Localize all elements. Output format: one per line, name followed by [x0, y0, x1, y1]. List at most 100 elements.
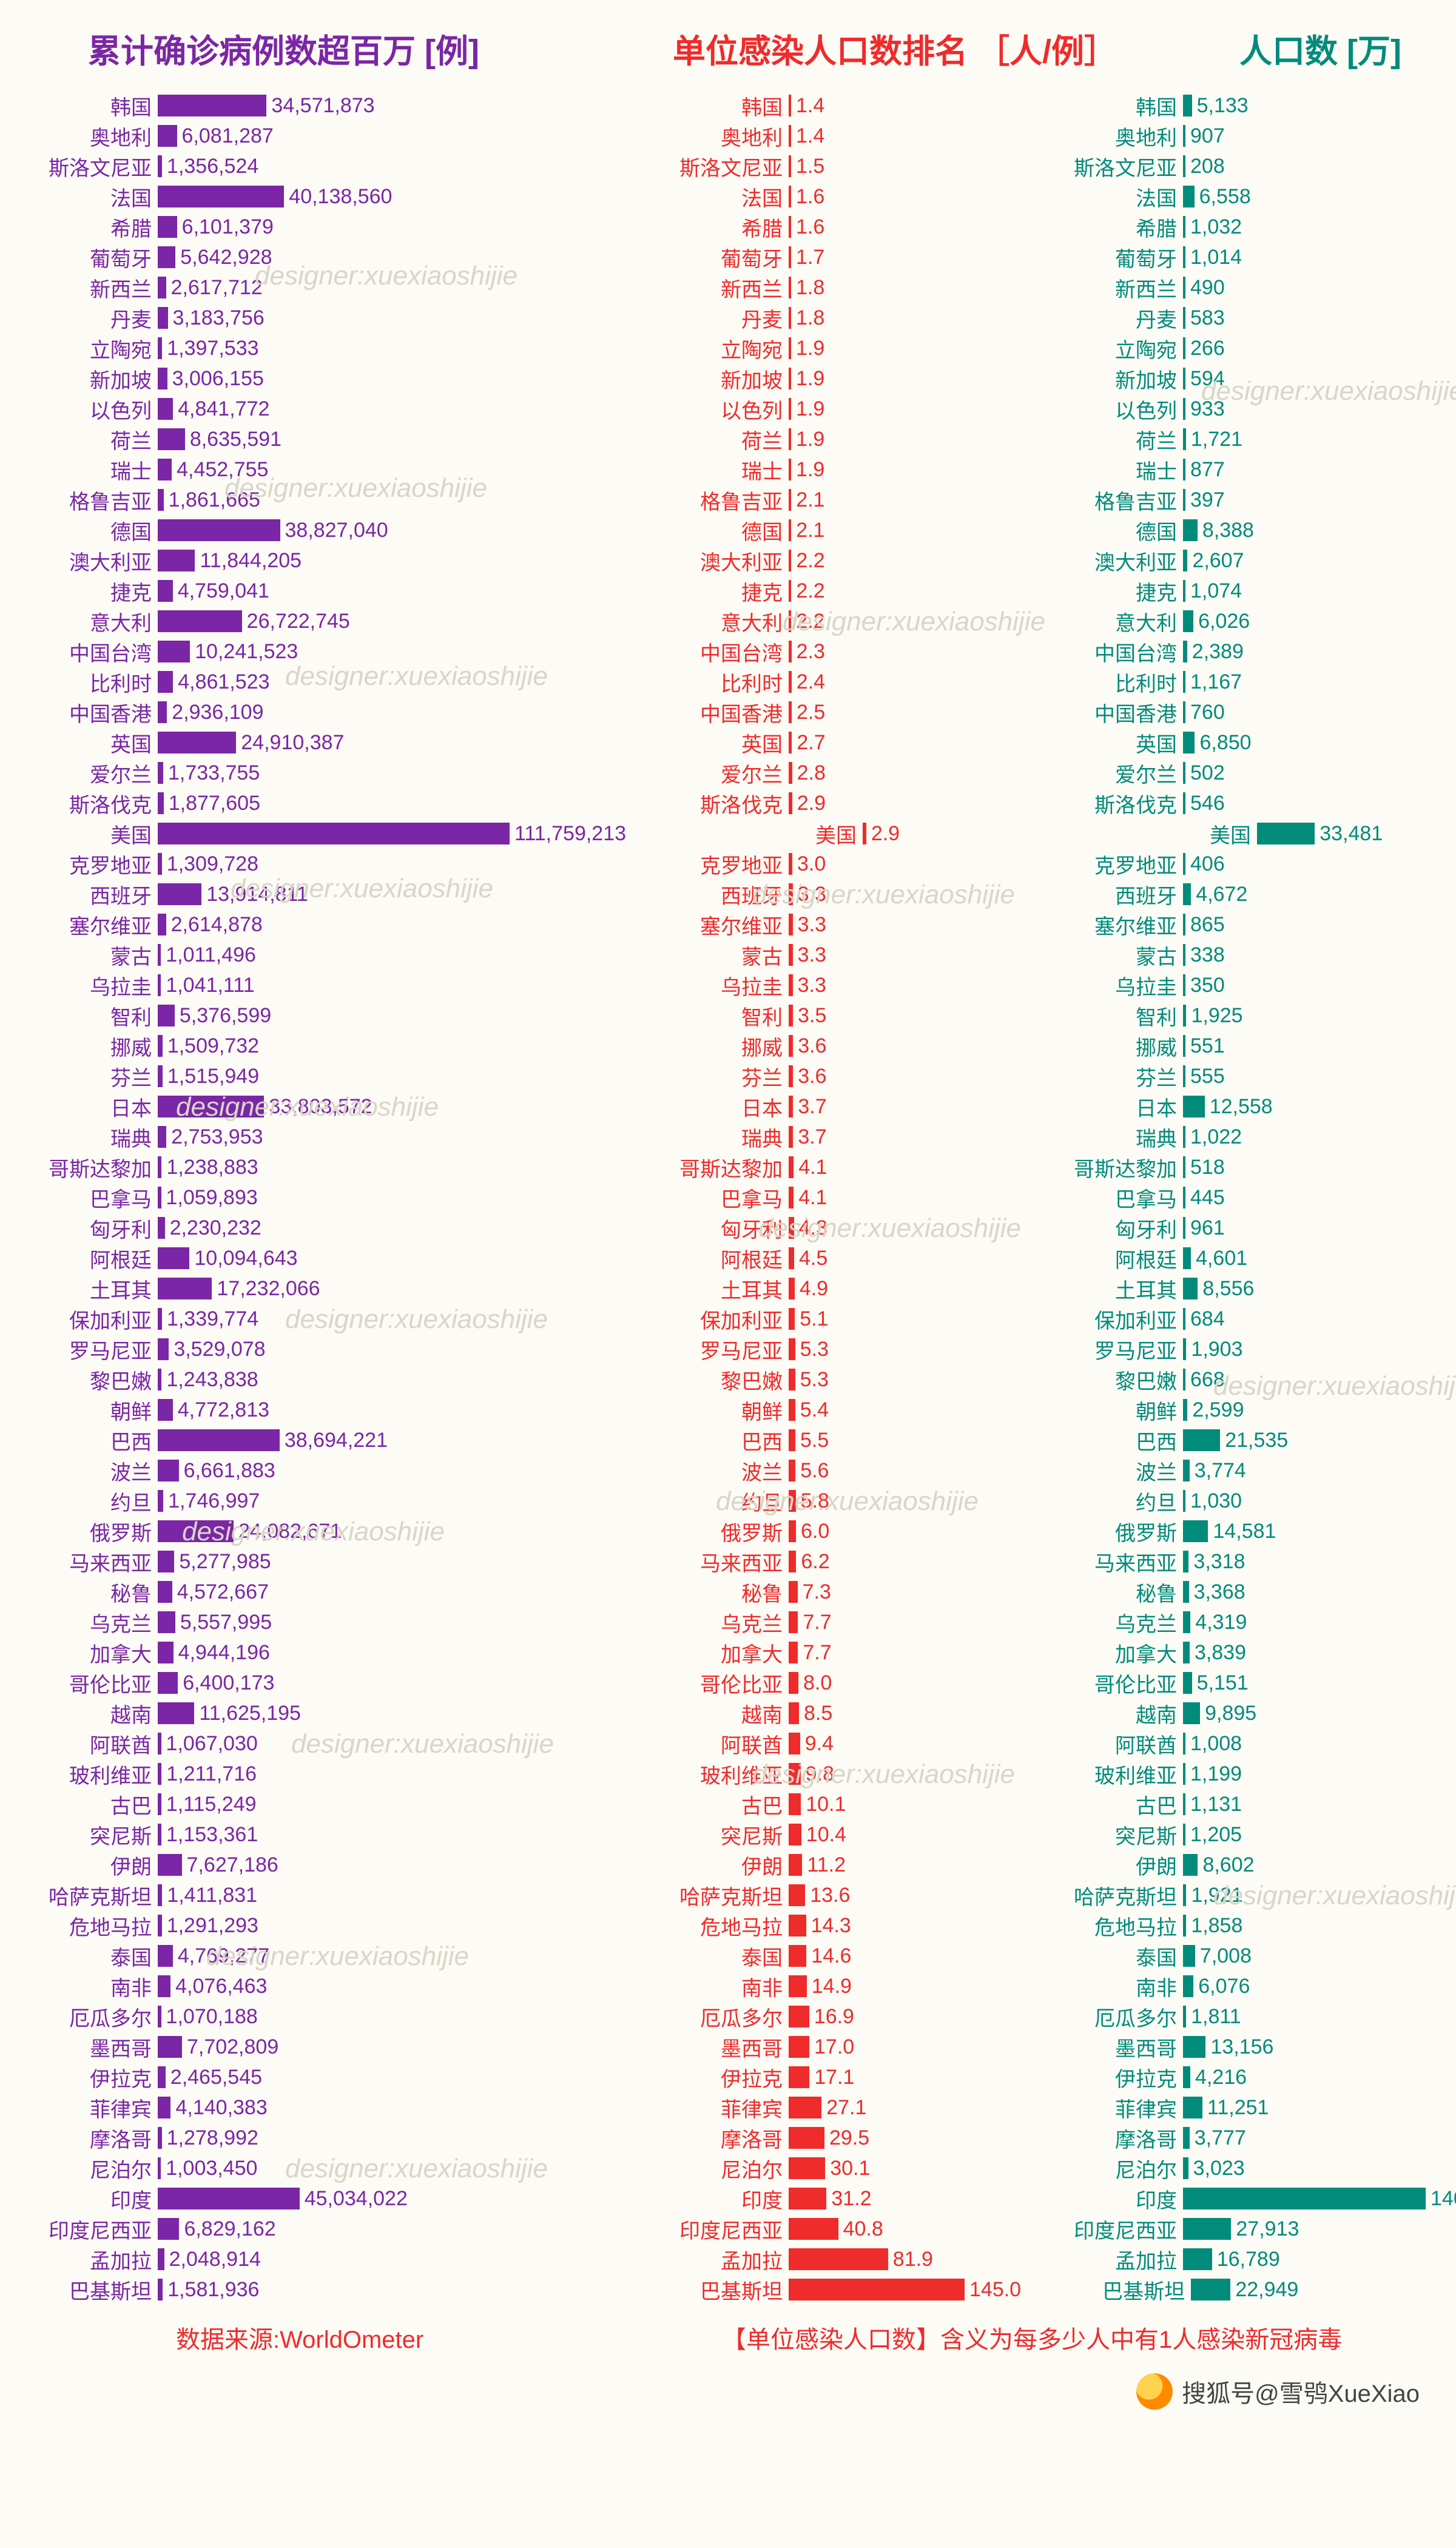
- pop-bar-wrap: 2,607: [1183, 549, 1438, 573]
- pop-cell: 约旦1,030: [1013, 1486, 1438, 1516]
- data-row: 印度尼西亚6,829,162印度尼西亚40.8印度尼西亚27,913: [18, 2214, 1438, 2244]
- pop-value: 338: [1185, 943, 1225, 967]
- country-label: 加拿大: [552, 1638, 789, 1668]
- ratio-cell: 克罗地亚3.0: [552, 849, 1013, 879]
- pop-value: 4,601: [1191, 1247, 1247, 1270]
- ratio-bar: [789, 914, 793, 935]
- country-label: 马来西亚: [18, 1547, 158, 1577]
- country-label: 捷克: [1013, 576, 1183, 606]
- cases-bar: [158, 1217, 165, 1239]
- ratio-bar-wrap: 3.6: [789, 1065, 1013, 1088]
- cases-value: 4,861,523: [173, 670, 269, 694]
- pop-cell: 中国香港760: [1013, 698, 1438, 727]
- ratio-bar-wrap: 14.9: [789, 1975, 1013, 1998]
- cases-cell: 瑞典2,753,953: [18, 1122, 552, 1152]
- country-label: 挪威: [18, 1031, 158, 1061]
- ratio-bar-wrap: 4.9: [789, 1277, 1013, 1301]
- ratio-value: 5.5: [795, 1429, 829, 1452]
- pop-cell: 匈牙利961: [1013, 1213, 1438, 1243]
- country-label: 以色列: [18, 394, 158, 424]
- cases-bar: [158, 2218, 179, 2240]
- cases-value: 1,238,883: [161, 1156, 258, 1179]
- cases-value: 1,581,936: [163, 2278, 259, 2302]
- cases-bar: [158, 216, 177, 238]
- cases-value: 38,827,040: [280, 519, 388, 542]
- country-label: 黎巴嫩: [552, 1365, 789, 1395]
- cases-bar-wrap: 26,722,745: [158, 610, 552, 633]
- country-label: 朝鲜: [18, 1395, 158, 1425]
- ratio-value: 1.4: [791, 94, 824, 118]
- ratio-cell: 马来西亚6.2: [552, 1547, 1013, 1577]
- cases-bar: [158, 428, 185, 450]
- pop-cell: 菲律宾11,251: [1013, 2093, 1438, 2123]
- data-row: 匈牙利2,230,232匈牙利4.3匈牙利961: [18, 1213, 1438, 1243]
- pop-value: 1,925: [1186, 1004, 1242, 1028]
- ratio-cell: 匈牙利4.3: [552, 1213, 1013, 1243]
- ratio-cell: 朝鲜5.4: [552, 1395, 1013, 1425]
- pop-bar-wrap: 4,601: [1183, 1247, 1438, 1270]
- ratio-value: 5.8: [796, 1489, 829, 1513]
- cases-value: 3,006,155: [167, 367, 264, 391]
- cases-bar: [158, 853, 162, 875]
- country-label: 摩洛哥: [18, 2123, 158, 2153]
- country-label: 智利: [552, 1001, 789, 1031]
- cases-bar: [158, 1490, 163, 1512]
- cases-value: 33,803,572: [264, 1095, 372, 1119]
- pop-cell: 法国6,558: [1013, 182, 1438, 212]
- cases-bar: [158, 641, 190, 662]
- cases-cell: 立陶宛1,397,533: [18, 334, 552, 363]
- pop-bar: [1183, 2188, 1426, 2209]
- ratio-cell: 约旦5.8: [552, 1486, 1013, 1516]
- pop-value: 1,167: [1185, 670, 1242, 694]
- cases-value: 2,617,712: [166, 276, 263, 300]
- ratio-bar-wrap: 9.8: [789, 1762, 1013, 1786]
- pop-bar-wrap: 2,599: [1183, 1398, 1438, 1422]
- ratio-cell: 新西兰1.8: [552, 273, 1013, 303]
- ratio-cell: 波兰5.6: [552, 1456, 1013, 1486]
- credit-text: 搜狐号@雪鸮XueXiao: [1182, 2374, 1420, 2409]
- country-label: 日本: [18, 1092, 158, 1122]
- pop-cell: 芬兰555: [1013, 1062, 1438, 1091]
- pop-value: 7,008: [1195, 1944, 1252, 1968]
- ratio-cell: 荷兰1.9: [552, 425, 1013, 454]
- ratio-cell: 印度31.2: [552, 2184, 1013, 2214]
- pop-bar-wrap: 13,156: [1183, 2035, 1438, 2059]
- cases-cell: 古巴1,115,249: [18, 1790, 552, 1819]
- data-row: 斯洛文尼亚1,356,524斯洛文尼亚1.5斯洛文尼亚208: [18, 151, 1438, 181]
- ratio-bar: [789, 1308, 795, 1330]
- chart-container: { "titles": { "cases": "累计确诊病例数超百万 [例]",…: [0, 0, 1456, 2428]
- data-row: 南非4,076,463南非14.9南非6,076: [18, 1971, 1438, 2001]
- pop-cell: 巴拿马445: [1013, 1183, 1438, 1213]
- data-row: 巴西38,694,221巴西5.5巴西21,535: [18, 1425, 1438, 1455]
- cases-bar-wrap: 33,803,572: [158, 1095, 552, 1119]
- ratio-cell: 意大利2.2: [552, 607, 1013, 636]
- cases-bar: [158, 519, 280, 541]
- country-label: 哈萨克斯坦: [552, 1881, 789, 1910]
- cases-bar-wrap: 2,614,878: [158, 913, 552, 937]
- pop-bar-wrap: 502: [1183, 761, 1438, 785]
- data-row: 孟加拉2,048,914孟加拉81.9孟加拉16,789: [18, 2244, 1438, 2274]
- ratio-bar: [789, 1793, 801, 1815]
- cases-bar-wrap: 10,094,643: [158, 1247, 552, 1270]
- ratio-cell: 加拿大7.7: [552, 1638, 1013, 1668]
- country-label: 西班牙: [18, 880, 158, 909]
- country-label: 加拿大: [1013, 1638, 1183, 1668]
- pop-value: 907: [1185, 124, 1225, 148]
- pop-bar: [1183, 1854, 1198, 1876]
- country-label: 丹麦: [18, 303, 158, 333]
- ratio-bar-wrap: 1.9: [789, 337, 1013, 360]
- ratio-value: 3.7: [793, 1095, 826, 1119]
- pop-cell: 阿根廷4,601: [1013, 1244, 1438, 1273]
- pop-bar: [1183, 2218, 1231, 2240]
- data-row: 英国24,910,387英国2.7英国6,850: [18, 727, 1438, 758]
- pop-value: 594: [1185, 367, 1225, 391]
- ratio-bar-wrap: 8.0: [789, 1671, 1013, 1695]
- country-label: 英国: [1013, 728, 1183, 758]
- cases-cell: 约旦1,746,997: [18, 1486, 552, 1516]
- pop-cell: 西班牙4,672: [1013, 880, 1438, 909]
- cases-value: 1,153,361: [161, 1823, 258, 1847]
- pop-value: 877: [1185, 458, 1225, 482]
- ratio-value: 145.0: [965, 2278, 1021, 2302]
- pop-cell: 泰国7,008: [1013, 1941, 1438, 1971]
- cases-cell: 智利5,376,599: [18, 1001, 552, 1031]
